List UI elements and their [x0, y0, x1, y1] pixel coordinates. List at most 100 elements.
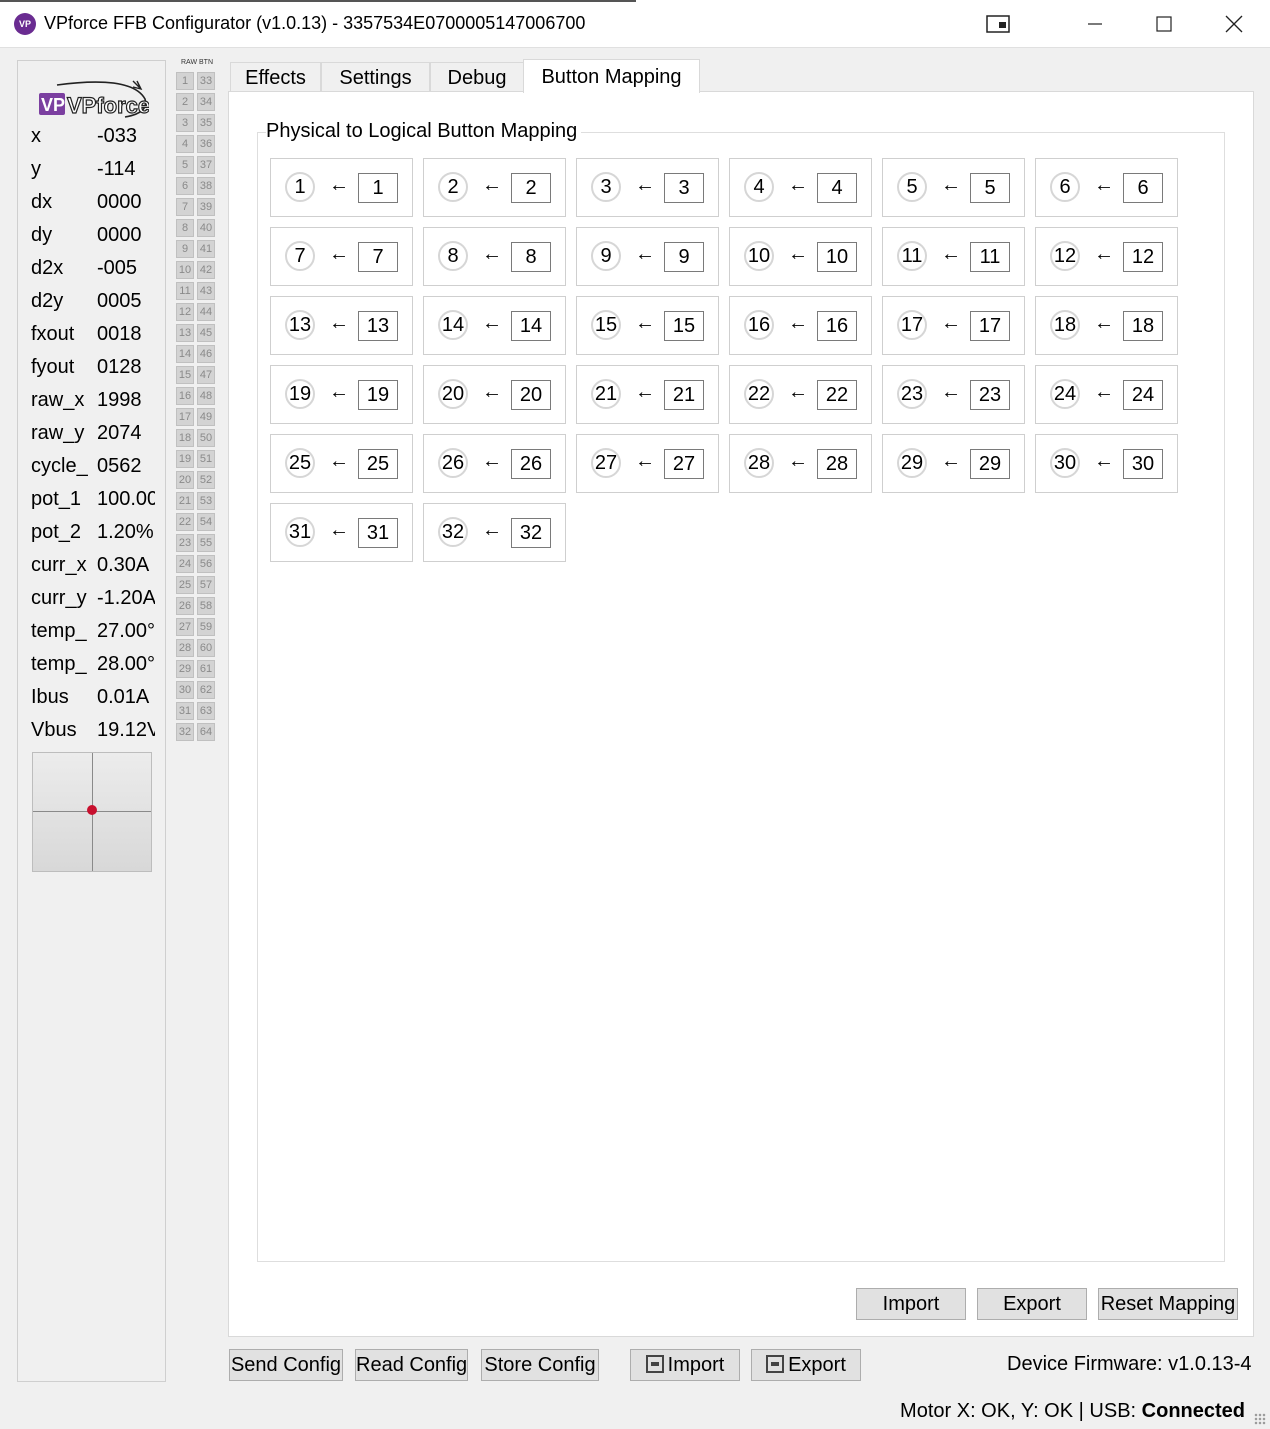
logical-button-field[interactable]: 23 — [970, 380, 1010, 410]
physical-button-indicator: 3 — [591, 172, 621, 202]
logical-button-field[interactable]: 6 — [1123, 173, 1163, 203]
logical-button-field[interactable]: 9 — [664, 242, 704, 272]
logical-button-field[interactable]: 2 — [511, 173, 551, 203]
logical-button-field[interactable]: 4 — [817, 173, 857, 203]
physical-button-indicator: 7 — [285, 241, 315, 271]
raw-button-indicator: 38 — [197, 177, 215, 195]
raw-button-indicator: 5 — [176, 156, 194, 174]
mapping-cell: 30 ← 30 — [1035, 434, 1178, 493]
stat-row: raw_x 1998 — [31, 389, 155, 422]
stat-label: pot_2 — [31, 521, 82, 543]
minimize-button[interactable] — [1063, 0, 1127, 48]
tab-button-mapping[interactable]: Button Mapping — [523, 59, 700, 93]
logical-button-field[interactable]: 30 — [1123, 449, 1163, 479]
logical-button-field[interactable]: 29 — [970, 449, 1010, 479]
mapping-group-title: Physical to Logical Button Mapping — [266, 120, 582, 143]
logical-button-field[interactable]: 1 — [358, 173, 398, 203]
left-arrow-icon: ← — [941, 174, 961, 196]
physical-button-indicator: 18 — [1050, 310, 1080, 340]
stat-value: 1998 — [97, 389, 142, 411]
vpforce-logo: VP VPforce — [39, 80, 149, 119]
motor-status: Motor X: OK, Y: OK — [900, 1400, 1074, 1422]
stat-value: 0000 — [97, 191, 142, 213]
left-arrow-icon: ← — [1094, 450, 1114, 472]
usb-label: USB: — [1089, 1400, 1137, 1422]
tab-settings[interactable]: Settings — [321, 62, 430, 92]
left-arrow-icon: ← — [482, 312, 502, 334]
config-export-button[interactable]: Export — [751, 1349, 861, 1381]
raw-button-indicator: 51 — [197, 450, 215, 468]
physical-button-indicator: 10 — [744, 241, 774, 271]
mapping-export-button[interactable]: Export — [977, 1288, 1087, 1320]
left-arrow-icon: ← — [635, 174, 655, 196]
raw-button-indicator: 56 — [197, 555, 215, 573]
logical-button-field[interactable]: 22 — [817, 380, 857, 410]
stat-value: -005 — [97, 257, 138, 279]
send-config-button[interactable]: Send Config — [229, 1349, 343, 1381]
logical-button-field[interactable]: 5 — [970, 173, 1010, 203]
resize-grip[interactable] — [1254, 1413, 1266, 1425]
close-icon — [1225, 15, 1243, 33]
stat-value: -1.20A — [97, 587, 155, 609]
logo-text: VPforce — [67, 93, 149, 118]
raw-button-indicator: 6 — [176, 177, 194, 195]
raw-btn-header: RAW BTN — [177, 59, 217, 66]
logical-button-field[interactable]: 24 — [1123, 380, 1163, 410]
left-arrow-icon: ← — [1094, 312, 1114, 334]
logical-button-field[interactable]: 8 — [511, 242, 551, 272]
left-arrow-icon: ← — [635, 381, 655, 403]
logical-button-field[interactable]: 32 — [511, 518, 551, 548]
mapping-cell: 16 ← 16 — [729, 296, 872, 355]
raw-button-indicator: 17 — [176, 408, 194, 426]
logical-button-field[interactable]: 18 — [1123, 311, 1163, 341]
logical-button-field[interactable]: 7 — [358, 242, 398, 272]
raw-button-indicator: 55 — [197, 534, 215, 552]
tab-debug[interactable]: Debug — [430, 62, 524, 92]
logical-button-field[interactable]: 19 — [358, 380, 398, 410]
logical-button-field[interactable]: 27 — [664, 449, 704, 479]
config-import-button[interactable]: Import — [630, 1349, 740, 1381]
logical-button-field[interactable]: 15 — [664, 311, 704, 341]
logical-button-field[interactable]: 3 — [664, 173, 704, 203]
stat-label: d2y — [31, 290, 64, 312]
physical-button-indicator: 13 — [285, 310, 315, 340]
mapping-cell: 12 ← 12 — [1035, 227, 1178, 286]
maximize-button[interactable] — [1132, 0, 1196, 48]
read-config-button[interactable]: Read Config — [355, 1349, 468, 1381]
logical-button-field[interactable]: 20 — [511, 380, 551, 410]
tab-effects[interactable]: Effects — [230, 62, 321, 92]
logical-button-field[interactable]: 13 — [358, 311, 398, 341]
left-arrow-icon: ← — [482, 381, 502, 403]
raw-button-indicator: 50 — [197, 429, 215, 447]
raw-button-indicator: 22 — [176, 513, 194, 531]
raw-button-indicator: 39 — [197, 198, 215, 216]
left-arrow-icon: ← — [635, 450, 655, 472]
store-config-button[interactable]: Store Config — [481, 1349, 599, 1381]
close-button[interactable] — [1202, 0, 1266, 48]
physical-button-indicator: 11 — [897, 241, 927, 271]
logical-button-field[interactable]: 12 — [1123, 242, 1163, 272]
mapping-import-button[interactable]: Import — [856, 1288, 966, 1320]
stat-label: x — [31, 125, 41, 147]
raw-button-indicator: 48 — [197, 387, 215, 405]
logical-button-field[interactable]: 21 — [664, 380, 704, 410]
logical-button-field[interactable]: 16 — [817, 311, 857, 341]
logical-button-field[interactable]: 25 — [358, 449, 398, 479]
stat-value: -033 — [97, 125, 138, 147]
logical-button-field[interactable]: 31 — [358, 518, 398, 548]
logical-button-field[interactable]: 10 — [817, 242, 857, 272]
snap-layout-button[interactable] — [966, 0, 1030, 48]
raw-button-indicator: 64 — [197, 723, 215, 741]
raw-button-indicator: 12 — [176, 303, 194, 321]
logical-button-field[interactable]: 11 — [970, 242, 1010, 272]
reset-mapping-button[interactable]: Reset Mapping — [1098, 1288, 1238, 1320]
logical-button-field[interactable]: 28 — [817, 449, 857, 479]
physical-button-indicator: 8 — [438, 241, 468, 271]
raw-button-indicator: 15 — [176, 366, 194, 384]
stat-label: cycle_ — [31, 455, 88, 477]
stat-label: temp_ — [31, 653, 87, 675]
logical-button-field[interactable]: 26 — [511, 449, 551, 479]
logical-button-field[interactable]: 17 — [970, 311, 1010, 341]
raw-button-indicator: 49 — [197, 408, 215, 426]
logical-button-field[interactable]: 14 — [511, 311, 551, 341]
